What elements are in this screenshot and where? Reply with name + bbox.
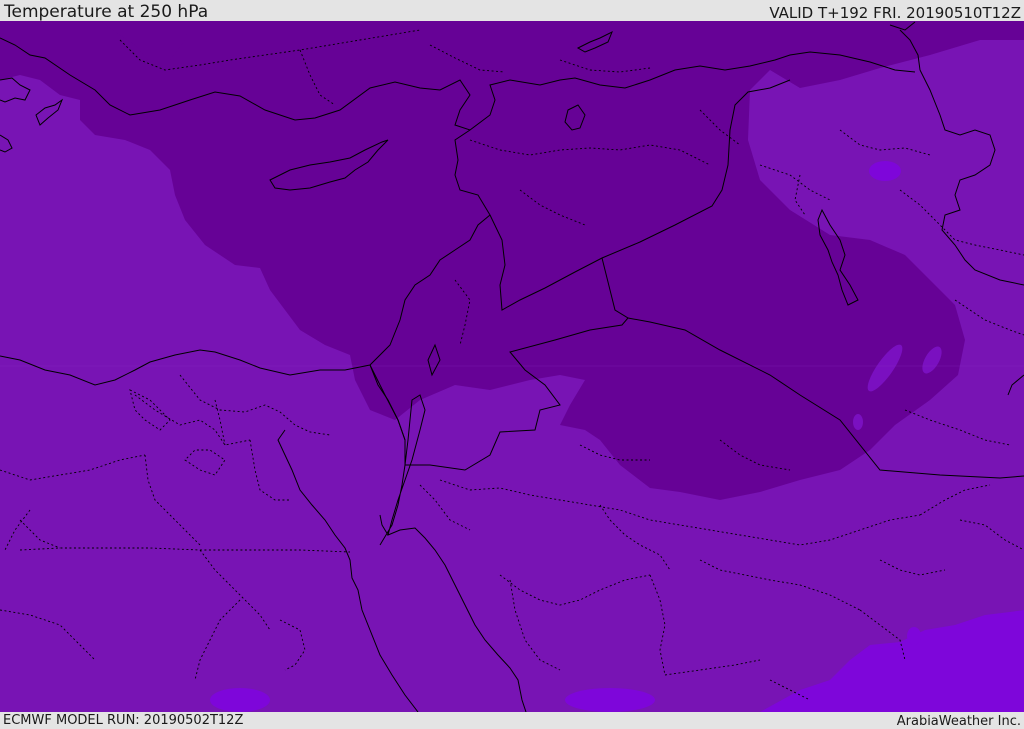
footer-bar: ECMWF MODEL RUN: 20190502T12Z ArabiaWeat… bbox=[0, 712, 1024, 729]
warm-spot-southwest bbox=[210, 688, 270, 712]
warm-streak-3 bbox=[853, 414, 863, 430]
credit-label: ArabiaWeather Inc. bbox=[896, 714, 1021, 729]
temperature-map bbox=[0, 21, 1024, 712]
warm-spot-gulf bbox=[907, 627, 921, 645]
header-bar: Temperature at 250 hPa VALID T+192 FRI. … bbox=[0, 0, 1024, 21]
map-panel bbox=[0, 21, 1024, 712]
model-run-label: ECMWF MODEL RUN: 20190502T12Z bbox=[3, 713, 244, 728]
warm-spot-iran bbox=[869, 161, 901, 181]
valid-time: VALID T+192 FRI. 20190510T12Z bbox=[769, 4, 1021, 22]
warm-spot-south bbox=[565, 688, 655, 712]
map-title: Temperature at 250 hPa bbox=[4, 2, 209, 22]
